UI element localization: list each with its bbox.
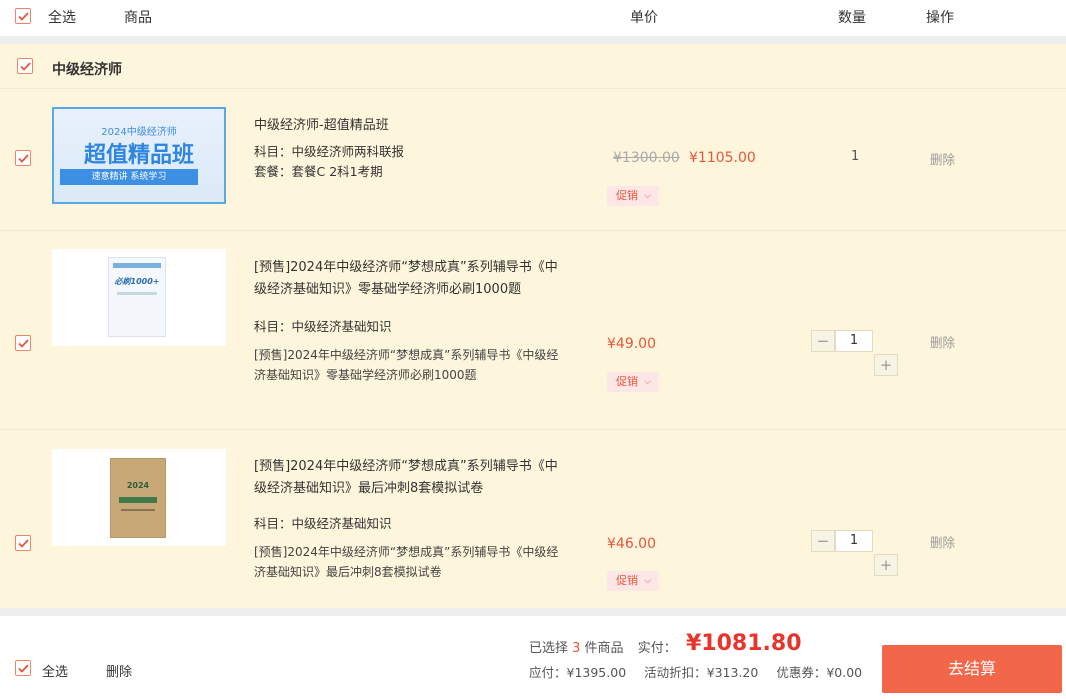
quantity-decrement-button[interactable]: − (811, 330, 835, 352)
check-icon (18, 664, 29, 673)
column-header-quantity: 数量 (838, 10, 866, 26)
item-package: 套餐：套餐C 2科1考期 (254, 164, 383, 179)
promo-label: 促销 (616, 375, 638, 388)
column-header-product: 商品 (124, 10, 152, 26)
cover-art: 2024中级经济师 超值精品班 速意精讲 系统学习 (54, 109, 224, 202)
quantity-decrement-button[interactable]: − (811, 530, 835, 552)
footer-delete-button[interactable]: 删除 (106, 661, 132, 680)
discount-amount: 活动折扣：¥313.20 (644, 665, 759, 680)
check-icon (18, 539, 29, 548)
item-info: [预售]2024年中级经济师“梦想成真”系列辅导书《中级经济基础知识》零基础学经… (254, 257, 564, 385)
cover-line (117, 292, 157, 295)
cover-big-text: 超值精品班 (83, 143, 194, 168)
group-title: 中级经济师 (52, 62, 122, 78)
promo-label: 促销 (616, 189, 638, 202)
footer-select-all-label[interactable]: 全选 (42, 661, 68, 680)
coupon-amount: 优惠券：¥0.00 (776, 665, 863, 680)
column-header-price: 单价 (630, 10, 658, 26)
selected-suffix: 件商品 (580, 641, 624, 656)
product-thumbnail[interactable]: 2024 (52, 449, 226, 546)
item-checkbox[interactable] (15, 150, 31, 166)
chevron-down-icon: ⌵ (644, 576, 651, 586)
cover-band-text: 速意精讲 系统学习 (60, 169, 198, 185)
check-icon (18, 339, 29, 348)
item-description: [预售]2024年中级经济师“梦想成真”系列辅导书《中级经济基础知识》最后冲刺8… (254, 545, 559, 579)
footer-select-all-checkbox[interactable] (15, 660, 31, 676)
quantity-increment-button[interactable]: + (874, 354, 898, 376)
group-checkbox[interactable] (17, 58, 33, 74)
promo-label: 促销 (616, 574, 638, 587)
cover-text: 2024 (126, 481, 150, 490)
quantity-input[interactable]: 1 (835, 530, 873, 552)
cover-small-text: 2024中级经济师 (101, 127, 177, 138)
product-thumbnail[interactable]: 必刷1000+ (52, 249, 226, 346)
item-info: 中级经济师-超值精品班 科目：中级经济师两科联报 套餐：套餐C 2科1考期 (254, 115, 564, 182)
delete-link[interactable]: 删除 (930, 532, 955, 551)
item-title[interactable]: [预售]2024年中级经济师“梦想成真”系列辅导书《中级经济基础知识》最后冲刺8… (254, 456, 564, 500)
cart-item: 2024 [预售]2024年中级经济师“梦想成真”系列辅导书《中级经济基础知识》… (0, 430, 1066, 608)
book-cover: 2024 (110, 458, 166, 538)
divider (0, 608, 1066, 616)
product-thumbnail[interactable]: 2024中级经济师 超值精品班 速意精讲 系统学习 (52, 107, 226, 204)
select-all-checkbox[interactable] (15, 8, 31, 24)
cover-text: 必刷1000+ (114, 277, 160, 286)
item-price: ¥1105.00 (689, 150, 756, 166)
cart-item: 必刷1000+ [预售]2024年中级经济师“梦想成真”系列辅导书《中级经济基础… (0, 231, 1066, 430)
check-icon (20, 62, 31, 71)
group-header: 中级经济师 (0, 44, 1066, 89)
column-header-action: 操作 (926, 10, 954, 26)
quantity-input[interactable]: 1 (835, 330, 873, 352)
item-quantity: 1 (851, 149, 860, 164)
item-info: [预售]2024年中级经济师“梦想成真”系列辅导书《中级经济基础知识》最后冲刺8… (254, 456, 564, 582)
item-checkbox[interactable] (15, 535, 31, 551)
selected-summary: 已选择 3 件商品 实付： (529, 637, 677, 656)
promo-dropdown[interactable]: 促销 ⌵ (607, 186, 659, 206)
item-price: ¥46.00 (607, 536, 656, 552)
promo-dropdown[interactable]: 促销 ⌵ (607, 372, 659, 392)
delete-link[interactable]: 删除 (930, 149, 955, 168)
item-title[interactable]: [预售]2024年中级经济师“梦想成真”系列辅导书《中级经济基础知识》零基础学经… (254, 257, 564, 301)
selected-prefix: 已选择 (529, 641, 573, 656)
price-breakdown: 应付：¥1395.00 活动折扣：¥313.20 优惠券：¥0.00 (529, 662, 876, 681)
check-icon (18, 154, 29, 163)
item-price: ¥49.00 (607, 336, 656, 352)
paid-amount: ¥1081.80 (686, 631, 802, 656)
chevron-down-icon: ⌵ (644, 377, 651, 387)
cart-header: 全选 商品 单价 数量 操作 (0, 0, 1066, 36)
cover-line (121, 509, 155, 511)
quantity-increment-button[interactable]: + (874, 554, 898, 576)
cover-band (119, 497, 157, 503)
cart-item: 2024中级经济师 超值精品班 速意精讲 系统学习 中级经济师-超值精品班 科目… (0, 89, 1066, 231)
checkout-button[interactable]: 去结算 (882, 645, 1062, 693)
item-title[interactable]: 中级经济师-超值精品班 (254, 115, 564, 137)
check-icon (18, 12, 29, 21)
item-subject: 科目：中级经济基础知识 (254, 319, 392, 334)
paid-label: 实付： (637, 641, 677, 656)
book-cover: 必刷1000+ (108, 257, 166, 337)
promo-dropdown[interactable]: 促销 ⌵ (607, 571, 659, 591)
cover-stripe (113, 263, 161, 268)
cart-group: 中级经济师 2024中级经济师 超值精品班 速意精讲 系统学习 中级经济师-超值… (0, 44, 1066, 608)
select-all-label[interactable]: 全选 (48, 7, 76, 27)
divider (0, 36, 1066, 44)
cart-footer: 全选 删除 已选择 3 件商品 实付： ¥1081.80 应付：¥1395.00… (0, 616, 1066, 700)
item-checkbox[interactable] (15, 335, 31, 351)
item-subject: 科目：中级经济师两科联报 (254, 144, 405, 159)
item-original-price: ¥1300.00 (613, 150, 680, 166)
item-description: [预售]2024年中级经济师“梦想成真”系列辅导书《中级经济基础知识》零基础学经… (254, 348, 559, 382)
item-subject: 科目：中级经济基础知识 (254, 516, 392, 531)
chevron-down-icon: ⌵ (644, 191, 651, 201)
payable-amount: 应付：¥1395.00 (529, 665, 627, 680)
delete-link[interactable]: 删除 (930, 332, 955, 351)
